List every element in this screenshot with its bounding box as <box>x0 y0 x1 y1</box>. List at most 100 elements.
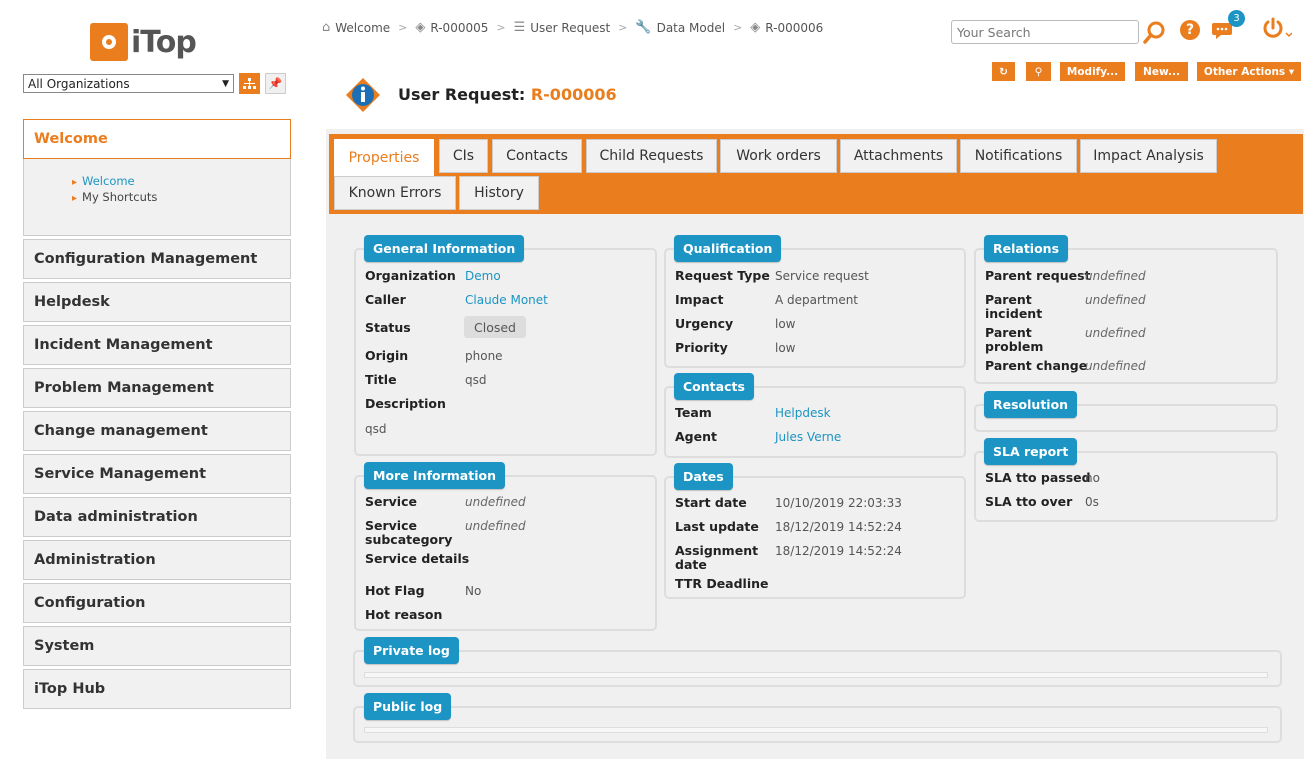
origin-label: Origin <box>365 348 409 363</box>
dates-legend: Dates <box>674 463 733 490</box>
organization-value[interactable]: Demo <box>465 269 501 283</box>
general-information-legend: General Information <box>364 235 525 262</box>
power-icon[interactable] <box>1262 17 1293 41</box>
assignment-date-label: Assignment date <box>675 543 759 572</box>
menu-incident-management[interactable]: Incident Management <box>23 325 291 365</box>
tab-attachments[interactable]: Attachments <box>840 139 957 173</box>
logo-icon <box>90 23 128 61</box>
main-menu: Welcome Welcome My Shortcuts Configurati… <box>23 119 291 712</box>
private-log-content <box>364 672 1268 678</box>
parent-problem-value: undefined <box>1085 326 1146 340</box>
priority-label: Priority <box>675 340 728 355</box>
search-object-button[interactable]: ⚲ <box>1026 62 1051 81</box>
chevron-right-icon: > <box>618 21 628 34</box>
request-type-label: Request Type <box>675 268 770 283</box>
menu-system[interactable]: System <box>23 626 291 666</box>
menu-data-administration[interactable]: Data administration <box>23 497 291 537</box>
list-icon: ☰ <box>513 20 526 35</box>
menu-change-management[interactable]: Change management <box>23 411 291 451</box>
impact-label: Impact <box>675 292 724 307</box>
help-icon[interactable]: ? <box>1180 20 1200 40</box>
info-icon <box>346 78 380 112</box>
parent-problem-label: Parent problem <box>985 325 1044 354</box>
start-date-label: Start date <box>675 495 747 510</box>
refresh-button[interactable]: ↻ <box>992 62 1015 81</box>
team-value[interactable]: Helpdesk <box>775 406 831 420</box>
organization-select-value: All Organizations <box>28 76 130 91</box>
menu-itop-hub[interactable]: iTop Hub <box>23 669 291 709</box>
breadcrumb-r-000006[interactable]: ◈ R-000006 <box>750 20 823 35</box>
organization-filter: All Organizations ▼ 📌 <box>23 73 286 94</box>
breadcrumb-user-request[interactable]: ☰ User Request <box>514 20 611 35</box>
menu-configuration[interactable]: Configuration <box>23 583 291 623</box>
sla-tto-over-label: SLA tto over <box>985 494 1073 509</box>
other-actions-button[interactable]: Other Actions ▾ <box>1197 62 1301 81</box>
private-log-section <box>353 650 1282 687</box>
parent-incident-label: Parent incident <box>985 292 1043 321</box>
parent-incident-value: undefined <box>1085 293 1146 307</box>
organization-select[interactable]: All Organizations ▼ <box>23 74 234 93</box>
status-badge: Closed <box>464 316 526 338</box>
service-subcategory-label: Service subcategory <box>365 518 453 547</box>
magnifier-icon: ⚲ <box>1034 65 1043 78</box>
breadcrumb-welcome[interactable]: ⌂ Welcome <box>322 20 390 35</box>
pin-button[interactable]: 📌 <box>265 73 286 94</box>
sla-tto-passed-value: no <box>1085 471 1100 485</box>
sla-tto-over-value: 0s <box>1085 495 1099 509</box>
breadcrumb: ⌂ Welcome > ◈ R-000005 > ☰ User Request > 🔧… <box>322 20 823 35</box>
breadcrumb-r-000005[interactable]: ◈ R-000005 <box>415 20 488 35</box>
logo-text: iTop <box>131 24 197 60</box>
description-value: qsd <box>365 422 387 436</box>
tab-cis[interactable]: CIs <box>439 139 488 173</box>
private-log-legend[interactable]: Private log <box>364 637 459 664</box>
more-information-legend: More Information <box>364 462 505 489</box>
tab-properties[interactable]: Properties <box>334 139 434 176</box>
public-log-legend[interactable]: Public log <box>364 693 452 720</box>
public-log-section <box>353 706 1282 743</box>
itop-logo[interactable]: iTop <box>90 22 197 62</box>
new-button[interactable]: New... <box>1135 62 1188 81</box>
menu-item-welcome[interactable]: Welcome <box>72 174 290 190</box>
tab-contacts[interactable]: Contacts <box>492 139 582 173</box>
org-tree-button[interactable] <box>239 73 260 94</box>
menu-helpdesk[interactable]: Helpdesk <box>23 282 291 322</box>
tab-work-orders[interactable]: Work orders <box>720 139 837 173</box>
agent-value[interactable]: Jules Verne <box>775 430 841 444</box>
service-value: undefined <box>465 495 526 509</box>
wrench-icon: 🔧 <box>635 20 652 35</box>
tab-impact-analysis[interactable]: Impact Analysis <box>1080 139 1217 173</box>
caller-value[interactable]: Claude Monet <box>465 293 548 307</box>
resolution-legend: Resolution <box>984 391 1078 418</box>
menu-administration[interactable]: Administration <box>23 540 291 580</box>
relations-legend: Relations <box>984 235 1069 262</box>
tab-known-errors[interactable]: Known Errors <box>334 176 456 210</box>
tab-history[interactable]: History <box>459 176 539 210</box>
parent-change-value: undefined <box>1085 359 1146 373</box>
global-search-input[interactable]: Your Search <box>951 20 1139 44</box>
chevron-right-icon: > <box>496 21 506 34</box>
menu-item-my-shortcuts[interactable]: My Shortcuts <box>72 190 290 206</box>
menu-welcome[interactable]: Welcome <box>23 119 291 159</box>
team-label: Team <box>675 405 712 420</box>
sidebar: iTop All Organizations ▼ 📌 Welcome Welco… <box>0 0 314 759</box>
qualification-legend: Qualification <box>674 235 782 262</box>
chevron-down-icon: ▼ <box>222 78 229 89</box>
urgency-value: low <box>775 317 796 331</box>
caller-label: Caller <box>365 292 406 307</box>
hierarchy-icon <box>243 77 256 89</box>
parent-change-label: Parent change <box>985 358 1088 373</box>
organization-label: Organization <box>365 268 456 283</box>
description-label: Description <box>365 396 446 411</box>
tab-child-requests[interactable]: Child Requests <box>586 139 717 173</box>
tab-notifications[interactable]: Notifications <box>960 139 1077 173</box>
menu-service-management[interactable]: Service Management <box>23 454 291 494</box>
modify-button[interactable]: Modify... <box>1060 62 1125 81</box>
menu-configuration-management[interactable]: Configuration Management <box>23 239 291 279</box>
menu-problem-management[interactable]: Problem Management <box>23 368 291 408</box>
breadcrumb-data-model[interactable]: 🔧 Data Model <box>635 20 725 35</box>
start-date-value: 10/10/2019 22:03:33 <box>775 496 902 510</box>
search-icon[interactable] <box>1142 20 1166 44</box>
service-details-label: Service details <box>365 551 470 566</box>
last-update-value: 18/12/2019 14:52:24 <box>775 520 902 534</box>
last-update-label: Last update <box>675 519 759 534</box>
